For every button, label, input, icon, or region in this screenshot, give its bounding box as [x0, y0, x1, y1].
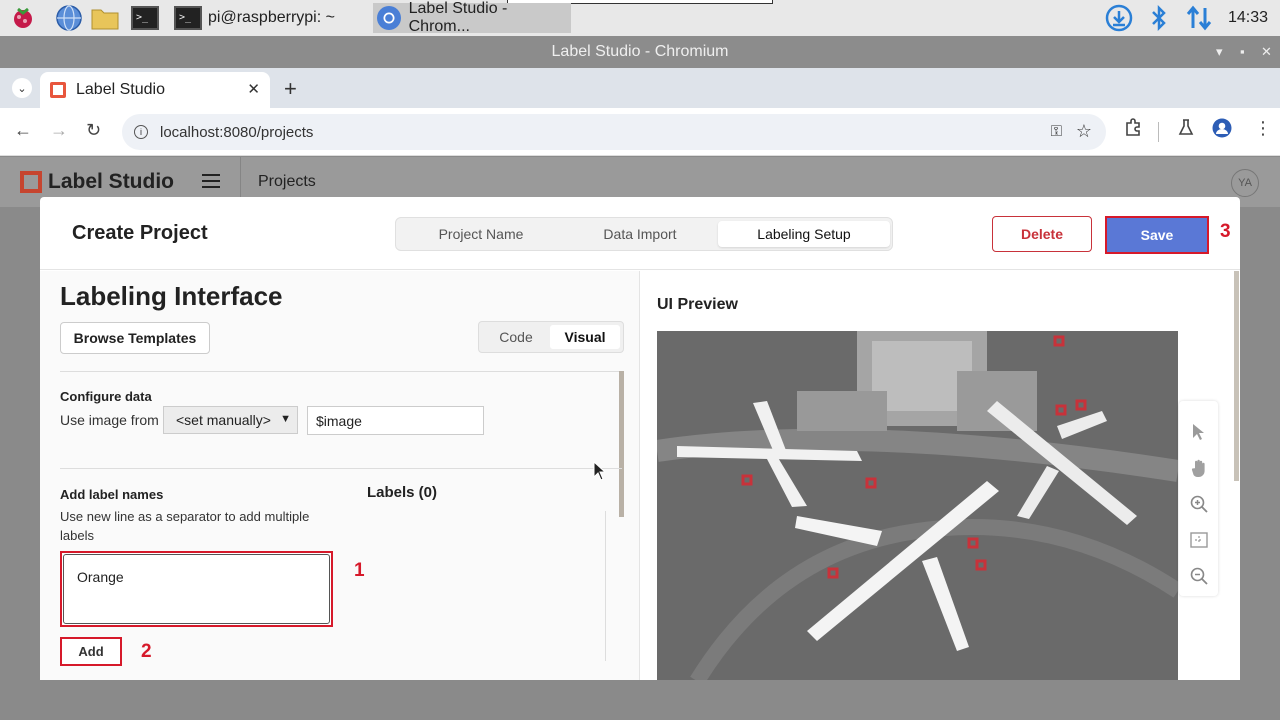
add-label-hint: Use new line as a separator to add multi…: [60, 509, 310, 543]
file-manager-icon[interactable]: [90, 3, 120, 33]
new-tab-plus-icon[interactable]: +: [284, 76, 297, 102]
divider: [60, 371, 622, 372]
configure-data-title: Configure data: [60, 389, 152, 404]
web-browser-icon[interactable]: [54, 3, 84, 33]
callout-1: 1: [354, 560, 365, 581]
preview-image[interactable]: [657, 331, 1178, 680]
mouse-cursor-icon: [593, 461, 607, 481]
tab-label-studio[interactable]: Label Studio ✕: [40, 72, 270, 108]
step-tabs: Project Name Data Import Labeling Setup: [395, 217, 893, 251]
clock: 14:33: [1227, 9, 1268, 26]
window-titlebar: Label Studio - Chromium ▾ ▪ ✕: [0, 36, 1280, 68]
labeling-interface-heading: Labeling Interface: [60, 281, 283, 311]
tab-strip: ⌄ Label Studio ✕ +: [0, 68, 1280, 108]
create-project-modal: Create Project Project Name Data Import …: [40, 197, 1240, 680]
divider: [60, 468, 622, 469]
preview-toolbar: [1179, 401, 1218, 596]
use-image-from-label: Use image from: [60, 412, 159, 428]
save-button[interactable]: Save: [1105, 216, 1209, 254]
zoom-out-icon[interactable]: [1188, 565, 1210, 587]
chevron-down-icon: ▼: [280, 413, 291, 425]
labeling-config-pane: Labeling Interface Browse Templates Code…: [40, 271, 640, 680]
download-icon[interactable]: [1104, 3, 1134, 33]
labs-flask-icon[interactable]: [1178, 118, 1194, 141]
address-bar[interactable]: i localhost:8080/projects ⚿ ☆: [122, 114, 1106, 150]
taskbar-item-chromium[interactable]: Label Studio - Chrom...: [373, 0, 571, 35]
code-toggle-option[interactable]: Code: [482, 325, 550, 349]
app-logo[interactable]: Label Studio: [20, 170, 174, 194]
reload-icon[interactable]: ↻: [86, 120, 101, 141]
back-arrow-icon[interactable]: ←: [14, 120, 32, 141]
delete-button[interactable]: Delete: [992, 216, 1092, 252]
bluetooth-icon[interactable]: [1144, 3, 1174, 33]
terminal-icon: >_: [174, 4, 202, 32]
config-scrollbar[interactable]: [619, 371, 624, 517]
password-key-icon[interactable]: ⚿: [1051, 123, 1062, 140]
window-title: Label Studio - Chromium: [551, 43, 729, 60]
add-label-button[interactable]: Add: [60, 637, 122, 666]
label-studio-favicon-icon: [50, 82, 66, 98]
modal-header: Create Project Project Name Data Import …: [40, 197, 1240, 270]
breadcrumb[interactable]: Projects: [258, 173, 316, 191]
preview-scrollbar[interactable]: [1234, 271, 1239, 481]
bookmark-star-icon[interactable]: ☆: [1076, 121, 1092, 142]
browse-templates-button[interactable]: Browse Templates: [60, 322, 210, 354]
visual-toggle-option[interactable]: Visual: [550, 325, 620, 349]
tab-data-import[interactable]: Data Import: [562, 221, 718, 247]
more-menu-icon[interactable]: ⋮: [1254, 118, 1272, 139]
ui-preview-heading: UI Preview: [657, 296, 738, 313]
callout-2: 2: [141, 641, 152, 662]
labels-count-heading: Labels (0): [367, 484, 438, 501]
ui-preview-pane: UI Preview: [641, 271, 1240, 680]
chromium-icon: [375, 4, 403, 32]
tab-labeling-setup[interactable]: Labeling Setup: [718, 221, 890, 247]
url-text: localhost:8080/projects: [160, 123, 314, 141]
code-visual-toggle: Code Visual: [478, 321, 624, 353]
select-pointer-icon[interactable]: [1188, 421, 1210, 443]
avatar[interactable]: YA: [1231, 169, 1259, 197]
close-tab-icon[interactable]: ✕: [247, 80, 260, 98]
callout-3: 3: [1220, 221, 1231, 242]
label-names-textarea[interactable]: Orange: [60, 551, 333, 627]
labels-scroll-track: [605, 511, 606, 661]
network-icon[interactable]: [1184, 3, 1214, 33]
raspberry-menu-icon[interactable]: [8, 3, 38, 33]
tab-search-chevron-icon[interactable]: ⌄: [12, 78, 32, 98]
label-studio-logo-icon: [20, 171, 42, 193]
maximize-icon[interactable]: ▪: [1240, 44, 1245, 59]
terminal-launcher-icon[interactable]: >_: [130, 3, 160, 33]
image-variable-input[interactable]: $image: [307, 406, 484, 435]
minimize-icon[interactable]: ▾: [1216, 44, 1223, 60]
extensions-icon[interactable]: [1124, 118, 1142, 141]
image-source-select[interactable]: <set manually> ▼: [163, 406, 298, 434]
close-window-icon[interactable]: ✕: [1261, 44, 1272, 60]
profile-icon[interactable]: [1212, 118, 1232, 143]
tab-project-name[interactable]: Project Name: [400, 221, 562, 247]
system-taskbar: >_ >_ pi@raspberrypi: ~ Label Studio - C…: [0, 0, 1280, 36]
zoom-in-icon[interactable]: [1188, 493, 1210, 515]
fit-to-screen-icon[interactable]: [1188, 529, 1210, 551]
hamburger-menu-icon[interactable]: [202, 174, 220, 188]
taskbar-item-terminal[interactable]: >_ pi@raspberrypi: ~: [172, 3, 372, 33]
browser-toolbar: ← → ↻ i localhost:8080/projects ⚿ ☆ ⋮: [0, 108, 1280, 156]
modal-title: Create Project: [72, 222, 208, 244]
pan-hand-icon[interactable]: [1188, 457, 1210, 479]
site-info-icon[interactable]: i: [134, 125, 148, 139]
add-label-names-title: Add label names: [60, 487, 164, 502]
toolbar-divider: [1158, 122, 1159, 142]
forward-arrow-icon[interactable]: →: [50, 120, 68, 141]
